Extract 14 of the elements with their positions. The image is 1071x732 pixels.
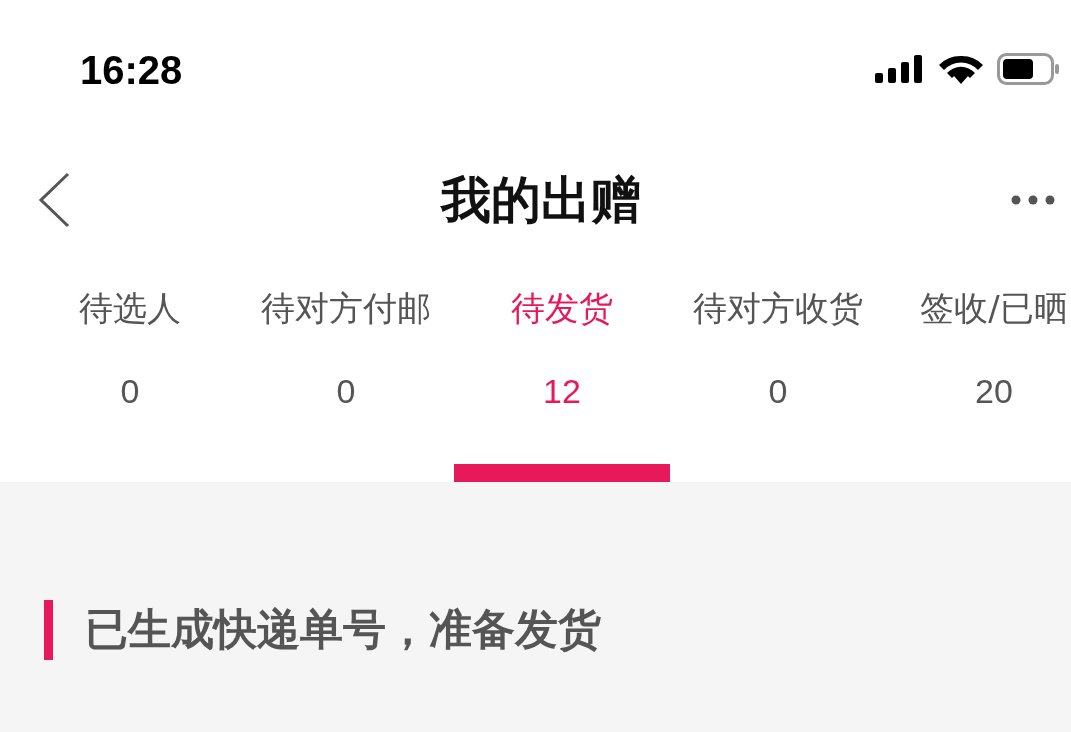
back-icon[interactable] xyxy=(38,172,70,228)
status-tab[interactable]: 待对方付邮 0 xyxy=(238,270,454,482)
more-icon[interactable] xyxy=(1011,195,1055,205)
status-tab[interactable]: 待选人 0 xyxy=(22,270,238,482)
section-marker xyxy=(44,600,53,660)
wifi-icon xyxy=(939,54,983,84)
status-tab[interactable]: 待发货 12 xyxy=(454,270,670,482)
battery-icon xyxy=(997,53,1059,85)
signal-icon xyxy=(875,55,925,83)
section-title: 已生成快递单号，准备发货 xyxy=(85,603,601,656)
status-tab[interactable]: 待对方收货 0 xyxy=(670,270,886,482)
page-title: 我的出赠 xyxy=(440,169,641,231)
status-time: 16:28 xyxy=(80,47,183,93)
status-tab[interactable]: 签收/已晒 20 xyxy=(886,270,1071,482)
